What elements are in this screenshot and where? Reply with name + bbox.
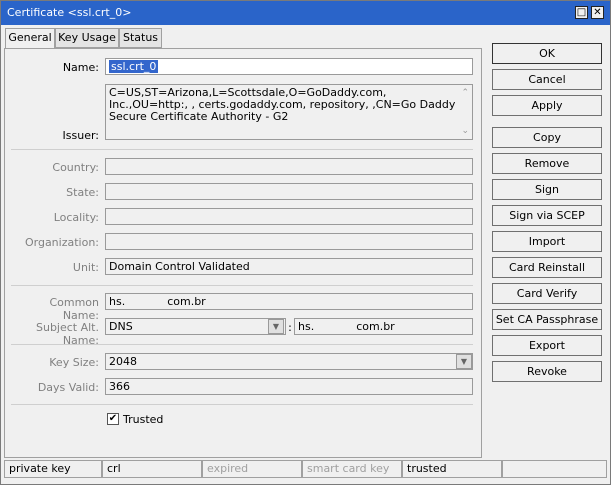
subject-alt-value-field: hs. com.br	[294, 318, 473, 335]
certificate-window: Certificate <ssl.crt_0> □ ✕ General Key …	[0, 0, 611, 485]
organization-label: Organization:	[24, 236, 99, 249]
subject-alt-type-value: DNS	[109, 320, 133, 333]
separator	[11, 344, 473, 345]
unit-field: Domain Control Validated	[105, 258, 473, 275]
common-name-label: Common Name:	[49, 296, 99, 322]
status-trusted: trusted	[402, 460, 502, 478]
close-icon[interactable]: ✕	[591, 6, 604, 19]
issuer-label: Issuer:	[62, 129, 99, 142]
status-empty	[502, 460, 607, 478]
subject-alt-type-select: DNS	[105, 318, 286, 335]
subject-alt-prefix: hs.	[298, 320, 315, 333]
tab-status[interactable]: Status	[119, 28, 162, 48]
tab-general[interactable]: General	[5, 28, 55, 49]
maximize-icon[interactable]: □	[575, 6, 588, 19]
name-value: ssl.crt_0	[109, 60, 159, 73]
key-size-value: 2048	[109, 355, 137, 368]
days-valid-label: Days Valid:	[37, 381, 99, 394]
unit-label: Unit:	[72, 261, 99, 274]
trusted-label: Trusted	[123, 413, 164, 426]
issuer-value: C=US,ST=Arizona,L=Scottsdale,O=GoDaddy.c…	[109, 86, 456, 123]
locality-field	[105, 208, 473, 225]
subject-alt-suffix: com.br	[356, 320, 395, 333]
state-field	[105, 183, 473, 200]
title-bar[interactable]: Certificate <ssl.crt_0> □ ✕	[1, 1, 610, 25]
redaction	[314, 320, 357, 330]
country-field	[105, 158, 473, 175]
sign-via-scep-button[interactable]: Sign via SCEP	[492, 205, 602, 226]
country-label: Country:	[52, 161, 99, 174]
name-input[interactable]: ssl.crt_0	[105, 58, 473, 75]
common-name-suffix: com.br	[167, 295, 206, 308]
status-crl: crl	[102, 460, 202, 478]
export-button[interactable]: Export	[492, 335, 602, 356]
status-expired: expired	[202, 460, 302, 478]
redaction	[125, 295, 168, 305]
status-smart-card-key: smart card key	[302, 460, 402, 478]
ok-button[interactable]: OK	[492, 43, 602, 64]
revoke-button[interactable]: Revoke	[492, 361, 602, 382]
trusted-checkbox[interactable]: ✔	[107, 413, 119, 425]
scroll-down-icon[interactable]: ⌄	[461, 125, 469, 137]
remove-button[interactable]: Remove	[492, 153, 602, 174]
organization-field	[105, 233, 473, 250]
key-size-select: 2048	[105, 353, 473, 370]
import-button[interactable]: Import	[492, 231, 602, 252]
chevron-down-icon: ▼	[268, 319, 284, 334]
subject-alt-colon: :	[288, 321, 292, 334]
scroll-up-icon[interactable]: ⌃	[461, 87, 469, 99]
name-label: Name:	[62, 61, 99, 74]
apply-button[interactable]: Apply	[492, 95, 602, 116]
common-name-field: hs. com.br	[105, 293, 473, 310]
issuer-textarea[interactable]: C=US,ST=Arizona,L=Scottsdale,O=GoDaddy.c…	[105, 84, 473, 140]
common-name-prefix: hs.	[109, 295, 126, 308]
set-ca-passphrase-button[interactable]: Set CA Passphrase	[492, 309, 602, 330]
state-label: State:	[66, 186, 99, 199]
copy-button[interactable]: Copy	[492, 127, 602, 148]
cancel-button[interactable]: Cancel	[492, 69, 602, 90]
card-reinstall-button[interactable]: Card Reinstall	[492, 257, 602, 278]
sign-button[interactable]: Sign	[492, 179, 602, 200]
separator	[11, 404, 473, 405]
window-title: Certificate <ssl.crt_0>	[7, 6, 132, 19]
separator	[11, 285, 473, 286]
separator	[11, 149, 473, 150]
key-size-label: Key Size:	[49, 356, 99, 369]
card-verify-button[interactable]: Card Verify	[492, 283, 602, 304]
tab-key-usage[interactable]: Key Usage	[55, 28, 119, 48]
locality-label: Locality:	[53, 211, 99, 224]
chevron-down-icon: ▼	[456, 354, 472, 369]
status-private-key: private key	[4, 460, 102, 478]
days-valid-field: 366	[105, 378, 473, 395]
